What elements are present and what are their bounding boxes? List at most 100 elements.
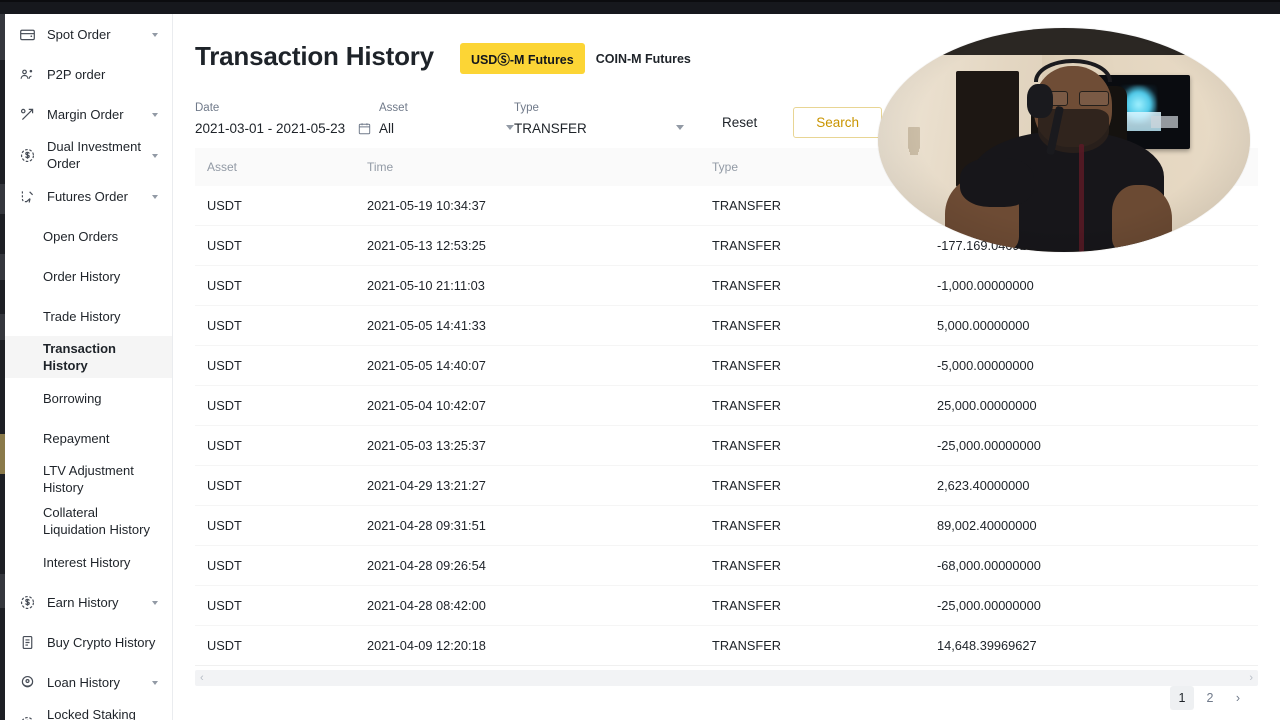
scroll-right-icon[interactable]: › — [1244, 672, 1258, 684]
cell-time: 2021-05-10 21:11:03 — [355, 265, 700, 306]
sidebar-item-locked-staking-history[interactable]: Locked Staking History — [5, 702, 172, 720]
page-button-1[interactable]: 1 — [1170, 686, 1194, 710]
sidebar-item-earn-history[interactable]: Earn History — [5, 582, 172, 622]
sidebar-item-repayment[interactable]: Repayment — [5, 418, 172, 458]
table-row: USDT 2021-05-10 21:11:03 TRANSFER -1,000.00… — [195, 265, 1258, 306]
table-row: USDT 2021-05-04 10:42:07 TRANSFER 25,000.00… — [195, 385, 1258, 426]
date-filter[interactable]: Date 2021-03-01 - 2021-05-23 — [195, 102, 375, 136]
sidebar-item-label: Spot Order — [47, 26, 111, 42]
webcam-scene — [878, 28, 1250, 252]
dollar-circle-icon — [17, 713, 37, 720]
chevron-down-icon[interactable] — [151, 678, 160, 687]
asset-select[interactable]: All — [379, 121, 514, 136]
cell-asset: USDT — [195, 385, 355, 426]
cell-amount: 2,623.40000000 — [925, 465, 1258, 506]
chevron-down-icon[interactable] — [676, 125, 684, 130]
cell-time: 2021-04-29 13:21:27 — [355, 465, 700, 506]
people-icon — [17, 64, 37, 84]
cell-time: 2021-05-05 14:40:07 — [355, 345, 700, 386]
cell-amount: -25,000.00000000 — [925, 425, 1258, 466]
table-row: USDT 2021-05-05 14:40:07 TRANSFER -5,000.00… — [195, 345, 1258, 386]
page-button-2[interactable]: 2 — [1198, 686, 1222, 710]
column-header-time[interactable]: Time — [355, 148, 700, 186]
cell-time: 2021-05-04 10:42:07 — [355, 385, 700, 426]
cell-amount: -68,000.00000000 — [925, 545, 1258, 586]
sidebar-item-transaction-history[interactable]: Transaction History — [5, 336, 172, 378]
search-button[interactable]: Search — [793, 107, 883, 138]
asset-filter[interactable]: Asset All — [379, 102, 514, 136]
type-filter[interactable]: Type TRANSFER — [514, 102, 684, 136]
percent-arrow-icon — [17, 104, 37, 124]
sidebar-item-label: LTV Adjustment History — [43, 463, 134, 495]
sidebar: Spot Order P2P order Margin Order Dual I… — [5, 14, 173, 720]
wallet-icon — [17, 24, 37, 44]
sidebar-item-margin-order[interactable]: Margin Order — [5, 94, 172, 134]
cell-time: 2021-05-05 14:41:33 — [355, 305, 700, 346]
top-bar-edge — [0, 0, 1280, 2]
table-row: USDT 2021-04-28 08:42:00 TRANSFER -25,000.0… — [195, 585, 1258, 626]
sidebar-item-label: Transaction History — [43, 341, 116, 373]
cell-time: 2021-04-28 09:31:51 — [355, 505, 700, 546]
chevron-down-icon[interactable] — [151, 598, 160, 607]
cell-asset: USDT — [195, 505, 355, 546]
chevron-down-icon[interactable] — [151, 192, 160, 201]
sidebar-item-trade-history[interactable]: Trade History — [5, 296, 172, 336]
cell-type: TRANSFER — [700, 385, 925, 426]
next-page-icon[interactable]: › — [1226, 686, 1250, 710]
sidebar-item-borrowing[interactable]: Borrowing — [5, 378, 172, 418]
scroll-left-icon[interactable]: ‹ — [195, 672, 209, 684]
app-root: Spot Order P2P order Margin Order Dual I… — [0, 0, 1280, 720]
cell-asset: USDT — [195, 225, 355, 266]
cell-type: TRANSFER — [700, 545, 925, 586]
chevron-down-icon[interactable] — [151, 110, 160, 119]
date-range-value: 2021-03-01 - 2021-05-23 — [195, 121, 346, 136]
webcam-overlay — [878, 28, 1250, 252]
sidebar-item-dual-investment-order[interactable]: Dual Investment Order — [5, 134, 172, 176]
sidebar-item-label: Interest History — [43, 554, 131, 570]
sidebar-item-label: Repayment — [43, 430, 110, 446]
cell-time: 2021-04-28 09:26:54 — [355, 545, 700, 586]
sidebar-item-spot-order[interactable]: Spot Order — [5, 14, 172, 54]
cell-amount: -25,000.00000000 — [925, 585, 1258, 626]
sidebar-item-p2p-order[interactable]: P2P order — [5, 54, 172, 94]
pagination: 1 2 › — [1170, 686, 1250, 710]
table-row: USDT 2021-04-09 12:20:18 TRANSFER 14,648.39… — [195, 625, 1258, 666]
tab-usd-m-futures[interactable]: USDⓈ-M Futures — [459, 43, 585, 74]
asset-filter-label: Asset — [379, 102, 408, 114]
sidebar-item-label: Futures Order — [47, 188, 128, 204]
cell-time: 2021-04-09 12:20:18 — [355, 625, 700, 666]
reset-button[interactable]: Reset — [710, 108, 769, 137]
webcam-vignette — [878, 28, 1250, 252]
sidebar-item-ltv-adjustment-history[interactable]: LTV Adjustment History — [5, 458, 172, 500]
sidebar-item-order-history[interactable]: Order History — [5, 256, 172, 296]
sidebar-item-futures-order[interactable]: Futures Order — [5, 176, 172, 216]
sidebar-item-interest-history[interactable]: Interest History — [5, 542, 172, 582]
cell-asset: USDT — [195, 585, 355, 626]
column-header-asset[interactable]: Asset — [195, 148, 355, 186]
coin-stack-icon — [17, 672, 37, 692]
calendar-icon[interactable] — [358, 122, 371, 135]
sidebar-item-label: Open Orders — [43, 228, 119, 244]
cell-asset: USDT — [195, 545, 355, 586]
sidebar-item-loan-history[interactable]: Loan History — [5, 662, 172, 702]
cell-type: TRANSFER — [700, 265, 925, 306]
sidebar-item-open-orders[interactable]: Open Orders — [5, 216, 172, 256]
cell-amount: 14,648.39969627 — [925, 625, 1258, 666]
cell-amount: -1,000.00000000 — [925, 265, 1258, 306]
horizontal-scrollbar[interactable]: ‹ › — [195, 670, 1258, 686]
table-row: USDT 2021-04-28 09:31:51 TRANSFER 89,002.40… — [195, 505, 1258, 546]
tab-coin-m-futures[interactable]: COIN-M Futures — [585, 46, 702, 72]
chevron-down-icon[interactable] — [151, 151, 160, 160]
table-body: USDT2021-05-19 10:34:37TRANSFER-200.0000… — [195, 186, 1258, 666]
sidebar-item-buy-crypto-history[interactable]: Buy Crypto History — [5, 622, 172, 662]
dollar-circle-icon — [17, 145, 37, 165]
chevron-down-icon[interactable] — [506, 125, 514, 130]
cell-type: TRANSFER — [700, 345, 925, 386]
cell-asset: USDT — [195, 305, 355, 346]
cell-amount: 25,000.00000000 — [925, 385, 1258, 426]
sidebar-item-collateral-liquidation-history[interactable]: Collateral Liquidation History — [5, 500, 172, 542]
chevron-down-icon[interactable] — [151, 30, 160, 39]
type-select[interactable]: TRANSFER — [514, 121, 684, 136]
cell-time: 2021-05-19 10:34:37 — [355, 186, 700, 226]
table-row: USDT 2021-05-05 14:41:33 TRANSFER 5,000.000… — [195, 305, 1258, 346]
